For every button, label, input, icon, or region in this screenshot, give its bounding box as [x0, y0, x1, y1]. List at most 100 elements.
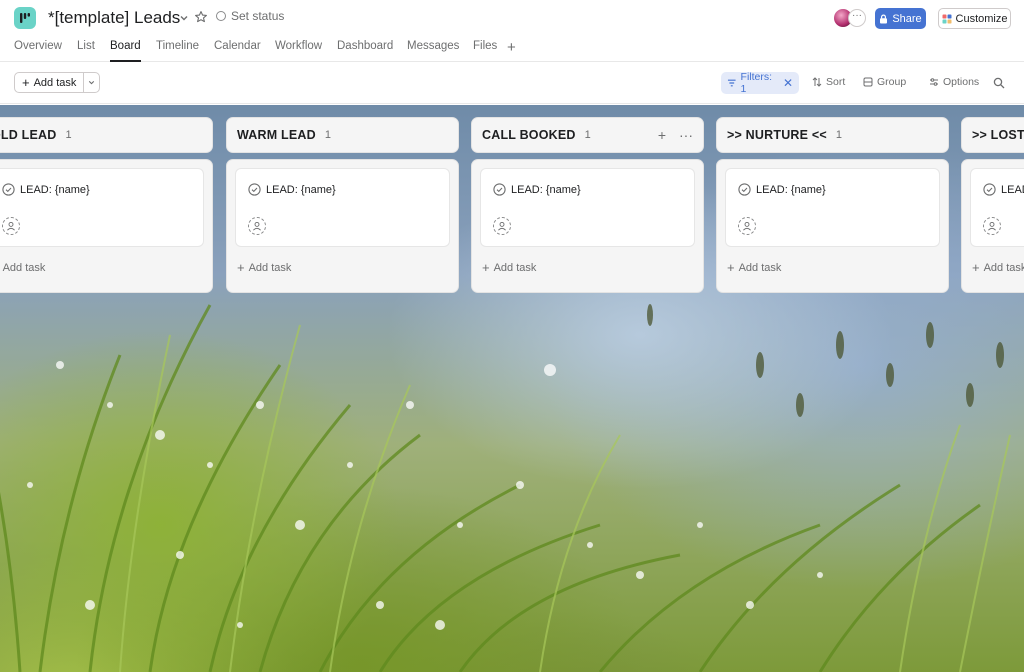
- column-title: OLD LEAD: [0, 128, 57, 142]
- tab-workflow[interactable]: Workflow: [275, 40, 322, 62]
- task-name[interactable]: LEAD: {name}: [756, 184, 826, 196]
- column-body: LEAD: {name} + Add task: [0, 159, 213, 293]
- more-members-icon[interactable]: ···: [848, 9, 866, 27]
- tab-board[interactable]: Board: [110, 40, 141, 62]
- tab-messages[interactable]: Messages: [407, 40, 459, 62]
- tab-dashboard[interactable]: Dashboard: [337, 40, 393, 62]
- check-circle-icon[interactable]: [2, 183, 15, 196]
- set-status-label: Set status: [231, 9, 285, 23]
- check-circle-icon[interactable]: [738, 183, 751, 196]
- column-add-task-button[interactable]: + Add task: [482, 260, 695, 275]
- filters-label: Filters: 1: [740, 71, 773, 95]
- add-task-label: Add task: [2, 261, 46, 274]
- chevron-down-icon[interactable]: [178, 12, 190, 24]
- share-label: Share: [892, 12, 922, 25]
- task-card[interactable]: LEAD: {name}: [0, 168, 204, 247]
- column-body: LEAD: {name} + Add task: [471, 159, 704, 293]
- column-count: 1: [324, 129, 332, 141]
- task-card[interactable]: LEAD: {name}: [480, 168, 695, 247]
- add-task-icon[interactable]: +: [658, 127, 666, 143]
- task-card[interactable]: LEAD: {name}: [970, 168, 1024, 247]
- column-add-task-button[interactable]: + Add task: [237, 260, 450, 275]
- column-header[interactable]: >> NURTURE << 1: [716, 117, 949, 153]
- user-icon[interactable]: [248, 217, 266, 235]
- user-icon[interactable]: [983, 217, 1001, 235]
- column-header[interactable]: CALL BOOKED 1 + ···: [471, 117, 704, 153]
- tab-calendar[interactable]: Calendar: [214, 40, 261, 62]
- column-add-task-button[interactable]: + Add task: [972, 260, 1024, 275]
- options-icon: [930, 78, 938, 86]
- board-column-warm-lead: WARM LEAD 1 LEAD: {name} + Add task: [226, 117, 459, 293]
- group-button[interactable]: Group: [863, 76, 906, 88]
- customize-icon: [942, 14, 952, 23]
- task-card[interactable]: LEAD: {name}: [235, 168, 450, 247]
- tab-overview[interactable]: Overview: [14, 40, 62, 62]
- board-column-nurture: >> NURTURE << 1 LEAD: {name} + Add task: [716, 117, 949, 293]
- add-tab-icon[interactable]: +: [507, 39, 516, 56]
- task-name[interactable]: LEAD: {name}: [266, 184, 336, 196]
- more-options-icon[interactable]: ···: [679, 127, 693, 143]
- column-add-task-button[interactable]: + Add task: [727, 260, 940, 275]
- board-canvas: OLD LEAD 1 LEAD: {name} + Add task WA: [0, 105, 1024, 672]
- column-body: LEAD: {name} + Add task: [716, 159, 949, 293]
- user-icon[interactable]: [2, 217, 20, 235]
- add-task-label: Add task: [493, 261, 537, 274]
- column-title: >> NURTURE <<: [727, 128, 827, 142]
- group-label: Group: [877, 76, 907, 88]
- add-task-label: Add task: [248, 261, 292, 274]
- column-actions: + ···: [658, 127, 693, 143]
- column-header[interactable]: >> LOST: [961, 117, 1024, 153]
- set-status-button[interactable]: Set status: [216, 9, 284, 23]
- add-task-button[interactable]: + Add task: [15, 73, 85, 92]
- filters-button[interactable]: Filters: 1 ✕: [721, 71, 799, 95]
- tab-files[interactable]: Files: [473, 40, 497, 62]
- project-title[interactable]: *[template] Leads: [48, 8, 180, 28]
- chevron-down-icon: [89, 80, 95, 85]
- board-column-old-lead: OLD LEAD 1 LEAD: {name} + Add task: [0, 117, 213, 293]
- lock-icon: [880, 14, 888, 23]
- column-count: 1: [835, 129, 842, 141]
- customize-label: Customize: [955, 12, 1008, 25]
- plus-icon: +: [237, 260, 245, 275]
- sort-button[interactable]: Sort: [812, 76, 845, 88]
- search-icon[interactable]: [993, 77, 1005, 89]
- plus-icon: +: [727, 260, 735, 275]
- star-icon[interactable]: [194, 10, 208, 24]
- column-body: LEAD: {name} + Add task: [226, 159, 459, 293]
- add-task-label: Add task: [33, 76, 77, 89]
- task-card[interactable]: LEAD: {name}: [725, 168, 940, 247]
- plus-icon: +: [972, 260, 980, 275]
- add-task-label: Add task: [983, 261, 1024, 274]
- user-icon[interactable]: [493, 217, 511, 235]
- check-circle-icon[interactable]: [493, 183, 506, 196]
- share-button[interactable]: Share: [875, 8, 926, 29]
- options-button[interactable]: Options: [929, 76, 979, 88]
- check-circle-icon[interactable]: [248, 183, 261, 196]
- column-header[interactable]: OLD LEAD 1: [0, 117, 213, 153]
- add-task-split-button: + Add task: [14, 72, 101, 93]
- task-name[interactable]: LEAD: {name}: [1001, 184, 1024, 196]
- task-name[interactable]: LEAD: {name}: [20, 184, 90, 196]
- sort-icon: [812, 77, 822, 87]
- column-title: WARM LEAD: [237, 128, 316, 142]
- column-add-task-button[interactable]: + Add task: [0, 260, 204, 275]
- project-members[interactable]: ···: [833, 8, 869, 28]
- tab-list[interactable]: List: [77, 40, 95, 62]
- view-tabs: Overview List Board Timeline Calendar Wo…: [0, 36, 1024, 62]
- check-circle-icon[interactable]: [983, 183, 996, 196]
- plus-icon: +: [482, 260, 490, 275]
- clear-filter-icon[interactable]: ✕: [783, 76, 793, 90]
- customize-button[interactable]: Customize: [938, 8, 1011, 29]
- status-circle-icon: [216, 11, 226, 21]
- add-task-dropdown-button[interactable]: [84, 73, 99, 92]
- column-header[interactable]: WARM LEAD 1: [226, 117, 459, 153]
- task-name[interactable]: LEAD: {name}: [511, 184, 581, 196]
- board-toolbar: + Add task Filters: 1 ✕ Sort Group Optio…: [0, 62, 1024, 104]
- board-app-icon[interactable]: [14, 7, 36, 29]
- column-title: CALL BOOKED: [482, 128, 576, 142]
- group-icon: [863, 77, 873, 87]
- plus-icon: +: [22, 74, 30, 90]
- user-icon[interactable]: [738, 217, 756, 235]
- board-column-lost: >> LOST LEAD: {name} + Add task: [961, 117, 1024, 293]
- tab-timeline[interactable]: Timeline: [156, 40, 199, 62]
